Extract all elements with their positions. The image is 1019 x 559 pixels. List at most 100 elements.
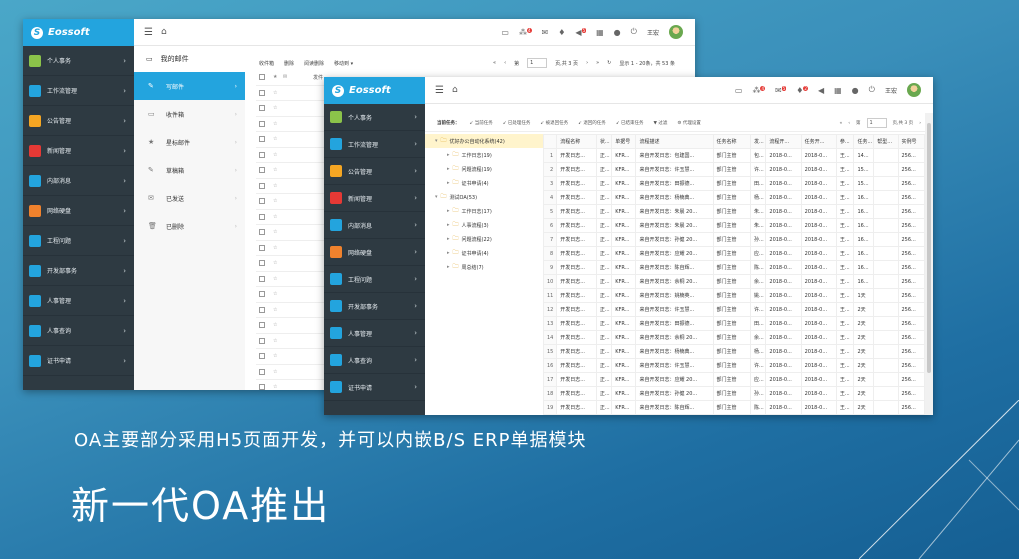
star-icon[interactable]: ☆ xyxy=(273,369,283,375)
first-page-icon[interactable]: « xyxy=(493,60,496,66)
sidebar-item[interactable]: 公告管理 › xyxy=(324,158,425,185)
sidebar-item[interactable]: 证书申请 › xyxy=(324,374,425,401)
row-checkbox[interactable] xyxy=(259,151,265,158)
column-header[interactable]: 参... xyxy=(835,134,855,149)
star-icon[interactable]: ☆ xyxy=(273,90,283,96)
table-row[interactable]: 9 开发日志... 正... KFR... 来自开发日志：陈自辉... 部门主管 陈... 2… xyxy=(543,260,925,275)
bullhorn-icon[interactable]: ◀5 xyxy=(575,27,587,37)
table-row[interactable]: 17 开发日志... 正... KFR... 来自开发日志：应耀 20... 部门主管 应.… xyxy=(543,372,925,387)
mail-icon[interactable]: ✉5 xyxy=(775,85,787,95)
tree-node[interactable]: ▸ 🗀 证书申请(4) xyxy=(425,246,543,260)
column-header[interactable]: 任务开... xyxy=(800,134,837,149)
table-row[interactable]: 7 开发日志... 正... KFR... 来自开发日志：孙健 20... 部门主管 孙..… xyxy=(543,232,925,247)
toolbar-button[interactable]: ➹ 被退回任务 xyxy=(540,120,568,126)
table-row[interactable]: 16 开发日志... 正... KFR... 来自开发日志：许玉慧... 部门主管 许...… xyxy=(543,358,925,373)
sidebar-item[interactable]: 工程问题 › xyxy=(23,226,134,256)
sidebar-item[interactable]: 网络硬盘 › xyxy=(23,196,134,226)
grid-icon[interactable]: ▦ xyxy=(834,86,842,95)
sidebar-item[interactable]: 工程问题 › xyxy=(324,266,425,293)
delete-button[interactable]: 删除 xyxy=(284,60,294,67)
star-icon[interactable]: ☆ xyxy=(273,276,283,282)
sidebar-item[interactable]: 新闻管理 › xyxy=(324,185,425,212)
table-row[interactable]: 13 开发日志... 正... KFR... 来自开发日志：田振德... 部门主管 田...… xyxy=(543,316,925,331)
refresh-icon[interactable]: ↻ xyxy=(607,60,611,66)
table-row[interactable]: 3 开发日志... 正... KFR... 来自开发日志：田振德... 部门主管 田... 2… xyxy=(543,176,925,191)
twitter-icon[interactable]: ♦2 xyxy=(796,85,808,95)
star-icon[interactable]: ☆ xyxy=(273,322,283,328)
network-icon[interactable]: ⁂4 xyxy=(519,27,532,37)
column-header[interactable]: 流程描述 xyxy=(635,134,714,149)
star-icon[interactable]: ☆ xyxy=(273,307,283,313)
sidebar-item[interactable]: 开发部事务 › xyxy=(324,293,425,320)
avatar[interactable] xyxy=(907,83,921,97)
row-checkbox[interactable] xyxy=(259,167,265,174)
tree-node[interactable]: ▸ 🗀 周总结(7) xyxy=(425,260,543,274)
row-checkbox[interactable] xyxy=(259,105,265,112)
sidebar-item[interactable]: 个人事务 › xyxy=(324,104,425,131)
twitter-icon[interactable]: ♦ xyxy=(558,28,565,37)
star-icon[interactable]: ☆ xyxy=(273,167,283,173)
power-icon[interactable]: ⏻ xyxy=(869,85,875,95)
scrollbar-thumb[interactable] xyxy=(927,123,931,373)
expand-arrow-icon[interactable]: ▸ xyxy=(447,152,450,158)
table-row[interactable]: 15 开发日志... 正... KFR... 来自开发日志：杨楠典... 部门主管 杨...… xyxy=(543,344,925,359)
sidebar-item[interactable]: 人事管理 › xyxy=(324,320,425,347)
expand-arrow-icon[interactable]: ▾ xyxy=(435,138,438,144)
star-icon[interactable]: ☆ xyxy=(273,152,283,158)
row-checkbox[interactable] xyxy=(259,337,265,344)
star-icon[interactable]: ☆ xyxy=(273,136,283,142)
row-checkbox[interactable] xyxy=(259,384,265,390)
move-to-dropdown[interactable]: 移动到 ▾ xyxy=(334,60,353,67)
row-checkbox[interactable] xyxy=(259,244,265,251)
mail-folder-item[interactable]: ★ 星标邮件 › xyxy=(134,128,245,156)
select-all-checkbox[interactable] xyxy=(259,74,265,81)
toolbar-button[interactable]: ▼ 过滤 xyxy=(654,120,668,126)
next-page-icon[interactable]: › xyxy=(919,121,921,126)
tree-node[interactable]: ▸ 🗀 问题流程(22) xyxy=(425,232,543,246)
sidebar-item[interactable]: 人事管理 › xyxy=(23,286,134,316)
star-icon[interactable]: ☆ xyxy=(273,384,283,390)
star-icon[interactable]: ☆ xyxy=(273,198,283,204)
expand-arrow-icon[interactable]: ▸ xyxy=(447,208,450,214)
star-icon[interactable]: ☆ xyxy=(273,105,283,111)
column-header[interactable]: 流程名称 xyxy=(556,134,597,149)
last-page-icon[interactable]: » xyxy=(596,60,599,66)
menu-icon[interactable]: ☰ xyxy=(435,85,444,96)
expand-arrow-icon[interactable]: ▸ xyxy=(447,236,450,242)
sidebar-item[interactable]: 人事查询 › xyxy=(324,347,425,374)
tree-node[interactable]: ▸ 🗀 工作日志(17) xyxy=(425,204,543,218)
column-header[interactable]: 任务名称 xyxy=(712,134,751,149)
next-page-icon[interactable]: › xyxy=(586,60,588,66)
page-input[interactable]: 1 xyxy=(527,58,548,68)
star-icon[interactable]: ☆ xyxy=(273,291,283,297)
mail-icon[interactable]: ✉ xyxy=(542,28,549,37)
tree-node[interactable]: ▸ 🗀 证书申请(4) xyxy=(425,176,543,190)
sidebar-item[interactable]: 网络硬盘 › xyxy=(324,239,425,266)
sidebar-item[interactable]: 公告管理 › xyxy=(23,106,134,136)
row-checkbox[interactable] xyxy=(259,89,265,96)
column-header[interactable] xyxy=(543,134,558,149)
column-header[interactable]: 状... xyxy=(595,134,613,149)
star-icon[interactable]: ☆ xyxy=(273,214,283,220)
column-header[interactable]: 单据号 xyxy=(611,134,637,149)
column-header[interactable]: 任务... xyxy=(853,134,875,149)
table-row[interactable]: 8 开发日志... 正... KFR... 来自开发日志：应耀 20... 部门主管 应..… xyxy=(543,246,925,261)
mail-folder-item[interactable]: ▭ 收件箱 › xyxy=(134,100,245,128)
row-checkbox[interactable] xyxy=(259,306,265,313)
monitor-icon[interactable]: ▭ xyxy=(735,86,743,95)
star-icon[interactable]: ☆ xyxy=(273,121,283,127)
home-icon[interactable]: ⌂ xyxy=(161,27,167,37)
column-header[interactable]: 帮型... xyxy=(873,134,899,149)
row-checkbox[interactable] xyxy=(259,368,265,375)
mail-folder-item[interactable]: ✎ 写邮件 › xyxy=(134,72,245,100)
star-icon[interactable]: ☆ xyxy=(273,183,283,189)
column-header[interactable]: 实例号 xyxy=(897,134,925,149)
page-input[interactable]: 1 xyxy=(866,118,887,128)
star-icon[interactable]: ☆ xyxy=(273,353,283,359)
sidebar-item[interactable]: 内部消息 › xyxy=(324,212,425,239)
first-page-icon[interactable]: « xyxy=(839,121,842,126)
prev-page-icon[interactable]: ‹ xyxy=(504,60,506,66)
expand-arrow-icon[interactable]: ▸ xyxy=(447,180,450,186)
sidebar-item[interactable]: 内部消息 › xyxy=(23,166,134,196)
expand-arrow-icon[interactable]: ▸ xyxy=(447,264,450,270)
